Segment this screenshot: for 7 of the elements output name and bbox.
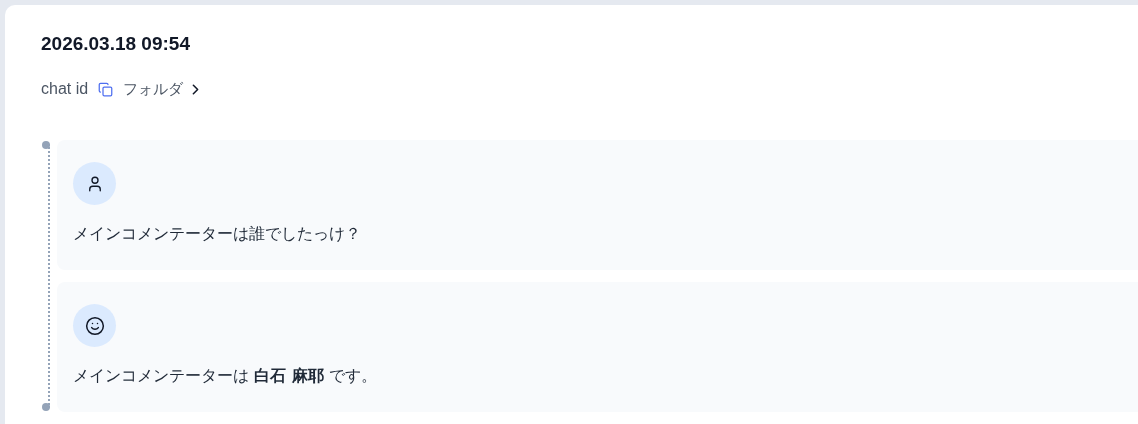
message-text: メインコメンテーターは誰でしたっけ？ — [73, 223, 362, 245]
chat-id-label: chat id — [41, 79, 89, 99]
chat-title: 2026.03.18 09:54 — [41, 32, 190, 56]
message-text: メインコメンテーターは 白石 麻耶 です。 — [73, 365, 378, 387]
folder-link[interactable]: フォルダ — [123, 77, 205, 101]
copy-icon[interactable] — [98, 81, 114, 97]
smiley-icon — [84, 315, 105, 336]
